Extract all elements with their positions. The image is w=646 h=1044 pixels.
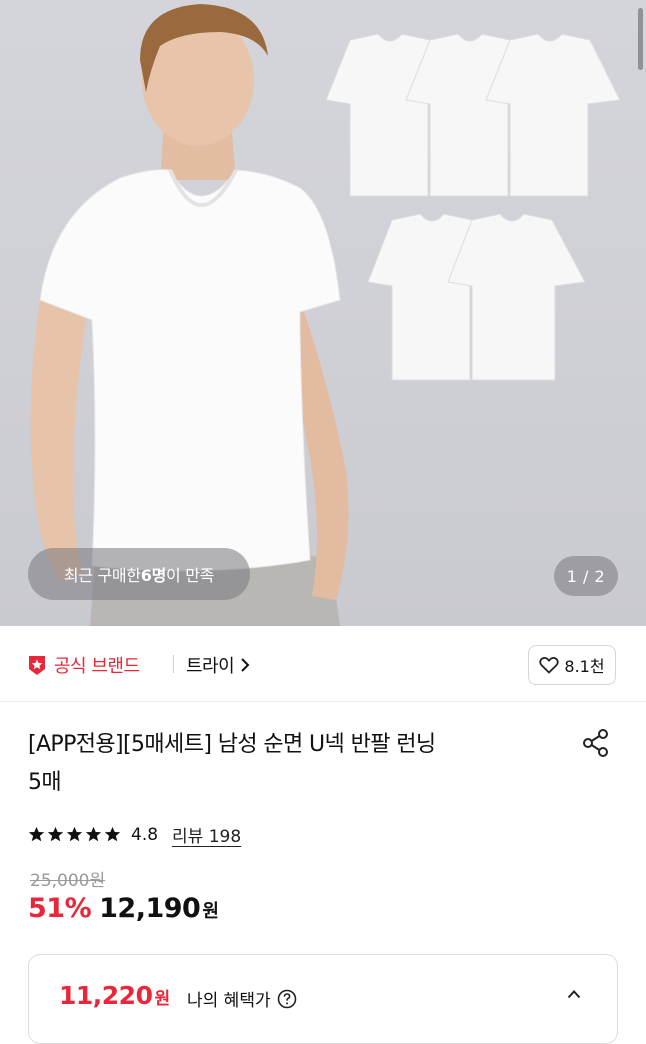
product-title-line2: 5매 — [28, 770, 62, 795]
discount-rate: 51% — [28, 893, 92, 924]
chevron-up-icon[interactable] — [567, 989, 581, 999]
official-brand-icon — [29, 656, 45, 675]
share-icon[interactable] — [579, 726, 613, 760]
official-brand-label: 공식 브랜드 — [54, 656, 140, 677]
benefit-label-text: 나의 혜택가 — [187, 991, 271, 1011]
heart-icon — [539, 656, 560, 674]
sale-price-currency: 원 — [202, 901, 219, 922]
benefit-price-value: 11,220 — [59, 981, 153, 1010]
sale-price: 12,190 — [99, 893, 201, 924]
star-icon — [104, 826, 121, 842]
brand-store-link[interactable]: 트라이 — [186, 652, 250, 678]
recent-buyers-count: 6명 — [140, 566, 167, 585]
scrollbar[interactable] — [638, 8, 643, 70]
star-icon — [47, 826, 64, 842]
official-brand-badge: 공식 브랜드 — [26, 652, 140, 678]
brand-name: 트라이 — [186, 656, 235, 677]
benefit-label: 나의 혜택가 — [187, 986, 297, 1011]
original-price: 25,000원 — [30, 871, 106, 891]
product-title-line1: [APP전용][5매세트] 남성 순면 U넥 반팔 런닝 — [28, 732, 436, 757]
benefit-price-currency: 원 — [154, 989, 170, 1009]
product-image-carousel[interactable]: 최근 구매한 6명 이 만족 1 / 2 — [0, 0, 646, 626]
image-page-indicator: 1 / 2 — [554, 556, 618, 596]
help-icon[interactable] — [277, 989, 297, 1009]
rating-row: 4.8 리뷰 198 — [28, 822, 241, 847]
benefit-price-panel[interactable]: 11,220 원 나의 혜택가 — [28, 954, 618, 1044]
price-row: 51% 12,190 원 — [28, 893, 219, 924]
like-count: 8.1천 — [564, 657, 605, 676]
divider — [173, 655, 174, 673]
star-rating — [28, 826, 123, 843]
like-button[interactable]: 8.1천 — [528, 645, 616, 685]
chevron-right-icon — [241, 658, 250, 672]
product-title: [APP전용][5매세트] 남성 순면 U넥 반팔 런닝 5매 — [28, 726, 558, 802]
recent-buyers-prefix: 최근 구매한 — [63, 566, 141, 585]
recent-buyers-badge: 최근 구매한 6명 이 만족 — [28, 548, 250, 600]
star-icon — [85, 826, 102, 842]
recent-buyers-suffix: 이 만족 — [166, 566, 215, 585]
star-icon — [28, 826, 45, 842]
benefit-price: 11,220 원 — [59, 981, 170, 1010]
rating-score: 4.8 — [131, 824, 159, 845]
brand-row: 공식 브랜드 트라이 8.1천 — [0, 626, 646, 702]
star-icon — [66, 826, 83, 842]
product-photo — [30, 4, 621, 626]
review-link[interactable]: 리뷰 198 — [172, 822, 241, 847]
